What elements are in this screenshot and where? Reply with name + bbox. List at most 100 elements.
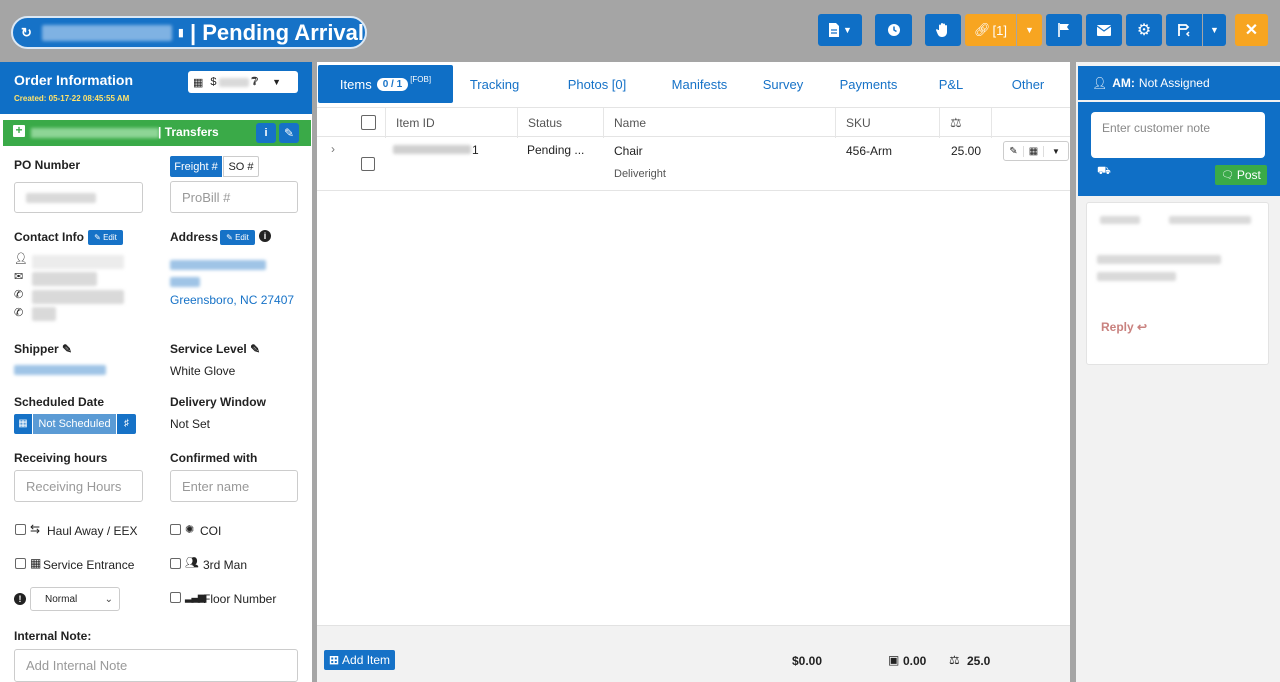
- edit-icon[interactable]: ✎: [279, 123, 299, 143]
- item-carrier: Deliveright: [614, 168, 666, 180]
- tab-payments[interactable]: Payments: [831, 62, 906, 106]
- route-button[interactable]: [1166, 14, 1202, 46]
- haul-away-label: Haul Away / EEX: [47, 524, 138, 538]
- linked-orders-dropdown[interactable]: ▼: [1017, 14, 1042, 46]
- tab-survey[interactable]: Survey: [753, 62, 813, 106]
- tab-items[interactable]: Items 0 / 1 [FOB]: [318, 65, 453, 103]
- created-timestamp: Created: 05-17-22 08:45:55 AM: [14, 94, 130, 103]
- tab-photos[interactable]: Photos [0]: [557, 62, 637, 106]
- close-button[interactable]: ✕: [1235, 14, 1268, 46]
- customer-note-input[interactable]: Enter customer note: [1091, 112, 1265, 158]
- exchange-icon: ⇆: [30, 522, 41, 536]
- flag-icon: [1058, 23, 1069, 37]
- receiving-hours-input[interactable]: Receiving Hours: [14, 470, 143, 502]
- reply-icon: ↩: [1137, 320, 1148, 334]
- tab-manifests[interactable]: Manifests: [662, 62, 737, 106]
- address-edit-button[interactable]: ✎ Edit: [220, 230, 255, 245]
- coi-checkbox[interactable]: [170, 524, 181, 535]
- row-actions: ✎ ▦ ▼: [1003, 141, 1069, 161]
- confirmed-with-input[interactable]: Enter name: [170, 470, 298, 502]
- select-all-checkbox[interactable]: [361, 115, 376, 130]
- address-info-icon[interactable]: i: [259, 230, 271, 242]
- so-tab[interactable]: SO #: [223, 156, 259, 177]
- delivery-window-label: Delivery Window: [170, 395, 266, 409]
- note-text2-redacted: [1097, 272, 1176, 281]
- internal-note-input[interactable]: Add Internal Note: [14, 649, 298, 682]
- service-entrance-checkbox[interactable]: [15, 558, 26, 569]
- priority-select[interactable]: Normal ⌄: [30, 587, 120, 611]
- email-button[interactable]: [1086, 14, 1122, 46]
- column-sku[interactable]: SKU: [835, 108, 939, 138]
- route-dropdown[interactable]: ▼: [1203, 14, 1226, 46]
- po-number-input[interactable]: [14, 182, 143, 213]
- envelope-icon: [1097, 24, 1111, 36]
- total-amount: $0.00: [792, 654, 823, 668]
- total-volume: 0.00: [903, 654, 927, 668]
- item-weight: 25.00: [951, 144, 982, 158]
- calendar-icon[interactable]: ▦: [14, 414, 32, 434]
- chevron-right-icon[interactable]: ›: [331, 142, 335, 156]
- third-man-label: 3rd Man: [203, 558, 248, 572]
- contact-edit-button[interactable]: ✎ Edit: [88, 230, 123, 245]
- post-button[interactable]: 🗨︎ Post: [1215, 165, 1267, 185]
- table-icon[interactable]: ▦: [1024, 145, 1044, 157]
- key-icon[interactable]: ♯: [117, 414, 136, 434]
- edit-label: Edit: [103, 233, 117, 242]
- reply-link[interactable]: Reply ↩: [1101, 320, 1147, 334]
- edit-icon[interactable]: ✎: [250, 342, 260, 356]
- page-title: | Pending Arrival: [189, 19, 365, 45]
- settings-button[interactable]: ⚙: [1126, 14, 1162, 46]
- priority-value: Normal: [45, 593, 78, 605]
- priority-alert-icon: !: [14, 593, 26, 605]
- tab-pl[interactable]: P&L: [931, 62, 971, 106]
- refresh-icon[interactable]: ↻: [21, 25, 32, 41]
- linked-orders-button[interactable]: 🔗︎ [1]: [965, 14, 1016, 46]
- items-count-badge: 0 / 1: [376, 77, 409, 91]
- shipper-label-text: Shipper: [14, 342, 59, 356]
- note-date-redacted: [1169, 216, 1251, 224]
- receiving-hours-label: Receiving hours: [14, 451, 108, 465]
- edit-icon[interactable]: ✎: [62, 342, 72, 356]
- probill-input[interactable]: ProBill #: [170, 181, 298, 213]
- hold-button[interactable]: [925, 14, 961, 46]
- scheduled-date-label: Scheduled Date: [14, 395, 105, 409]
- amount-prefix: $: [210, 76, 217, 88]
- column-item-id[interactable]: Item ID: [385, 108, 516, 138]
- po-number-label: PO Number: [14, 158, 81, 172]
- tab-other[interactable]: Other: [1004, 62, 1052, 106]
- caret-down-icon[interactable]: ▼: [1044, 147, 1068, 156]
- not-scheduled-badge[interactable]: Not Scheduled: [33, 414, 116, 434]
- freight-tab[interactable]: Freight #: [170, 156, 222, 177]
- column-weight[interactable]: ⚖: [939, 108, 991, 138]
- coi-label: COI: [200, 524, 222, 538]
- copy-icon[interactable]: ▮: [178, 26, 184, 39]
- amount-dropdown[interactable]: ▦ $ ❔︎ ▼: [188, 71, 298, 93]
- note-card: Reply ↩: [1086, 202, 1269, 365]
- shipper-name-redacted: [31, 128, 159, 138]
- tab-tracking[interactable]: Tracking: [457, 62, 532, 106]
- truck-icon[interactable]: ⛟: [1097, 165, 1111, 179]
- plus-square-icon[interactable]: +: [13, 124, 25, 137]
- flag-button[interactable]: [1046, 14, 1082, 46]
- haul-away-checkbox[interactable]: [15, 524, 26, 535]
- third-man-checkbox[interactable]: [170, 558, 181, 569]
- history-button[interactable]: [875, 14, 912, 46]
- column-name[interactable]: Name: [603, 108, 834, 138]
- order-number-redacted: [41, 24, 172, 41]
- address-city-link[interactable]: Greensboro, NC 27407: [170, 293, 294, 307]
- certificate-icon: ✺: [185, 524, 195, 536]
- row-checkbox[interactable]: [361, 157, 375, 171]
- document-menu-button[interactable]: ▼: [818, 14, 862, 46]
- table-row[interactable]: › 1 Pending ... Chair Deliveright 456-Ar…: [317, 138, 1070, 191]
- cube-icon: ▣: [888, 653, 900, 667]
- item-sku: 456-Arm: [846, 144, 893, 158]
- info-icon[interactable]: i: [256, 123, 276, 143]
- edit-icon[interactable]: ✎: [1004, 145, 1024, 157]
- floor-number-checkbox[interactable]: [170, 592, 181, 603]
- add-item-button[interactable]: ⊞ Add Item: [324, 650, 395, 670]
- item-id-redacted: [393, 145, 471, 154]
- caret-down-icon: ▼: [272, 77, 282, 87]
- column-status[interactable]: Status: [517, 108, 602, 138]
- caret-down-icon: ▼: [1025, 25, 1034, 35]
- add-item-label: Add Item: [342, 653, 391, 667]
